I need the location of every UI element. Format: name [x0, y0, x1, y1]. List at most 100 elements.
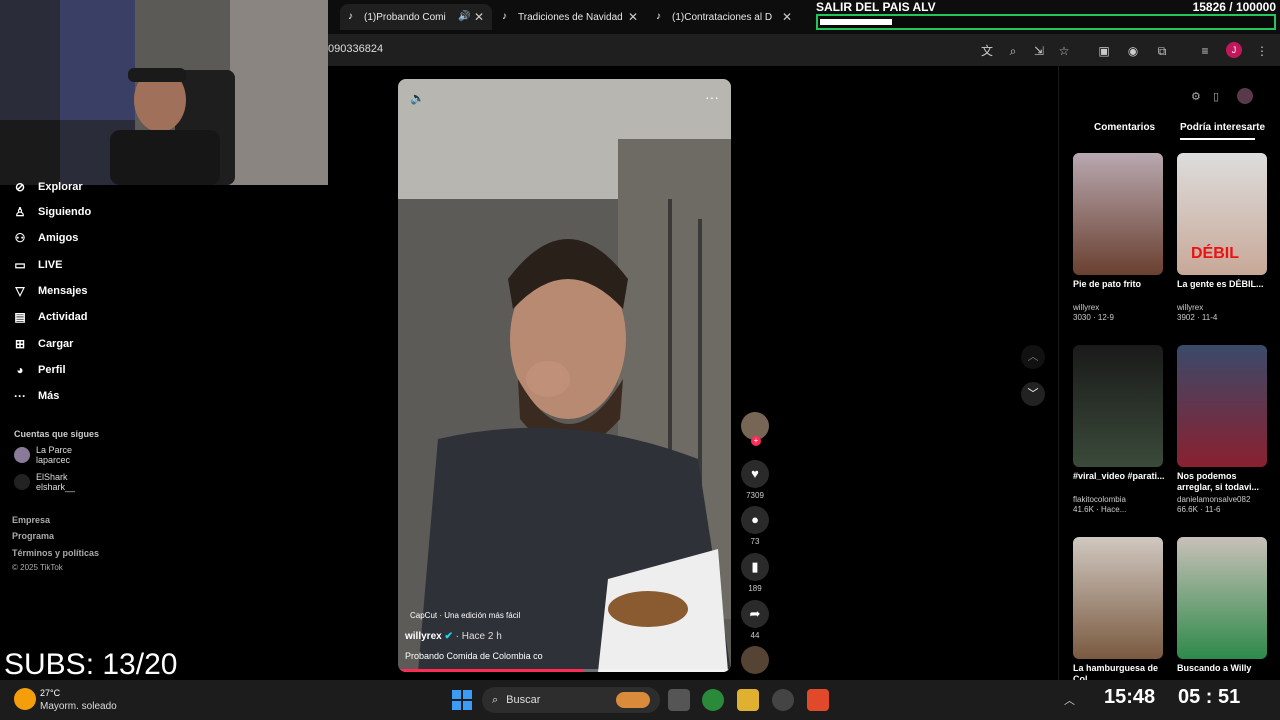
zoom-icon[interactable]: ⌕	[1005, 43, 1021, 59]
upload-icon: ⊞	[14, 337, 26, 351]
tray-chevron-icon[interactable]: ︿	[1064, 692, 1075, 708]
video-author[interactable]: willyrex ✔ · Hace 2 h	[405, 631, 502, 642]
sidebar-item-mensajes[interactable]: ▽ Mensajes	[12, 284, 87, 298]
suggested-video-card[interactable]: Pie de pato frito willyrex 3030 · 12-9	[1073, 153, 1165, 322]
sidebar-item-cargar[interactable]: ⊞ Cargar	[12, 337, 74, 351]
close-tab-icon[interactable]: ✕	[782, 10, 792, 24]
sidebar-item-mas[interactable]: ··· Más	[12, 389, 59, 403]
author-avatar-button[interactable]: +	[741, 412, 769, 446]
footer-link[interactable]: Términos y políticas	[12, 548, 99, 558]
sidebar-item-label: Siguiendo	[38, 206, 92, 218]
sidebar-item-actividad[interactable]: ▤ Actividad	[12, 310, 88, 324]
footer-link[interactable]: Empresa	[12, 515, 50, 525]
menu-icon[interactable]: ⋮	[1254, 43, 1270, 59]
weather-description[interactable]: Mayorm. soleado	[40, 701, 117, 712]
puzzle-icon[interactable]: ⧉	[1154, 43, 1170, 59]
tab-comentarios[interactable]: Comentarios	[1094, 122, 1155, 133]
video-progress-bar[interactable]	[398, 669, 731, 672]
url-text[interactable]: 090336824	[328, 43, 383, 55]
suggested-video-card[interactable]: Buscando a Willy	[1177, 537, 1269, 685]
sidebar-item-explorar[interactable]: ⊘ Explorar	[12, 180, 83, 194]
suggested-video-card[interactable]: La hamburguesa de Col...	[1073, 537, 1165, 685]
more-options-icon[interactable]: ···	[705, 89, 719, 105]
chrome-icon[interactable]	[702, 689, 724, 711]
video-thumbnail[interactable]: DÉBIL	[1177, 153, 1267, 275]
screenshot-icon[interactable]: ▣	[1096, 43, 1112, 59]
video-thumbnail[interactable]	[1073, 345, 1163, 467]
tab-probando[interactable]: ♪ (1)Probando Comi 🔊 ✕	[340, 4, 492, 30]
share-button[interactable]: ➦ 44	[741, 600, 769, 640]
friends-icon: ⚇	[14, 231, 26, 245]
extension-icon[interactable]: ◉	[1125, 43, 1141, 59]
capcut-label[interactable]: CapCut · Una edición más fácil	[410, 611, 520, 620]
bookmark-star-icon[interactable]: ☆	[1056, 43, 1072, 59]
obs-icon[interactable]	[772, 689, 794, 711]
task-view-icon[interactable]	[668, 689, 690, 711]
followed-account[interactable]: ElShark elshark__	[14, 472, 75, 492]
webcam-overlay	[0, 0, 328, 185]
weather-icon[interactable]	[14, 688, 36, 710]
translate-icon[interactable]: 文	[979, 43, 995, 59]
sidebar-item-label: Actividad	[38, 311, 88, 323]
taskbar-search[interactable]: ⌕ Buscar	[482, 687, 660, 713]
thumbnail-caption: DÉBIL	[1191, 245, 1239, 262]
sidebar-item-amigos[interactable]: ⚇ Amigos	[12, 231, 79, 245]
suggested-video-card[interactable]: Nos podemos arreglar, si todavi... danie…	[1177, 345, 1269, 514]
tab-tradiciones[interactable]: ♪ Tradiciones de Navidad ✕	[494, 4, 646, 30]
sidebar-item-label: Explorar	[38, 181, 83, 193]
windows-start-icon[interactable]	[452, 690, 472, 710]
video-thumbnail[interactable]	[1177, 537, 1267, 659]
author-name[interactable]: willyrex	[405, 631, 442, 642]
media-icon[interactable]: ≡	[1197, 43, 1213, 59]
suggested-video-card[interactable]: #viral_video #parati... flakitocolombia …	[1073, 345, 1165, 514]
footer-link[interactable]: Programa	[12, 531, 54, 541]
tiktok-icon: ♪	[502, 11, 507, 22]
taskbar: 27°C Mayorm. soleado ⌕ Buscar ︿ 15:48 05…	[0, 680, 1280, 720]
brave-icon[interactable]	[807, 689, 829, 711]
sidebar-item-perfil[interactable]: ◕ Perfil	[12, 363, 66, 377]
close-tab-icon[interactable]: ✕	[628, 10, 638, 24]
scroll-up-button[interactable]: ︿	[1021, 345, 1045, 369]
install-icon[interactable]: ⇲	[1031, 43, 1047, 59]
subs-overlay: SUBS: 13/20	[4, 648, 178, 681]
tab-contrataciones[interactable]: ♪ (1)Contrataciones al D ✕	[648, 4, 800, 30]
followed-account[interactable]: La Parce laparcec	[14, 445, 72, 465]
card-user[interactable]: willyrex	[1177, 303, 1269, 312]
card-user[interactable]: willyrex	[1073, 303, 1165, 312]
video-thumbnail[interactable]	[1177, 345, 1267, 467]
device-icon[interactable]: ▯	[1213, 90, 1219, 103]
suggested-video-card[interactable]: DÉBIL La gente es DÉBIL... willyrex 3902…	[1177, 153, 1269, 322]
close-tab-icon[interactable]: ✕	[474, 10, 484, 24]
sidebar-item-label: Perfil	[38, 364, 66, 376]
settings-icon[interactable]: ⚙	[1191, 90, 1201, 103]
card-user[interactable]: danielamonsalve082	[1177, 495, 1269, 504]
card-title: Nos podemos arreglar, si todavi...	[1177, 471, 1260, 492]
video-player[interactable]: 🔈 ··· CapCut · Una edición más fácil wil…	[398, 79, 731, 672]
sidebar: ⊘ Explorar ♙ Siguiendo ⚇ Amigos ▭ LIVE ▽…	[0, 180, 145, 680]
sidebar-item-live[interactable]: ▭ LIVE	[12, 258, 62, 272]
save-button[interactable]: ▮ 189	[741, 553, 769, 593]
goal-title: SALIR DEL PAIS ALV	[816, 0, 936, 14]
like-button[interactable]: ♥ 7309	[741, 460, 769, 500]
save-count: 189	[748, 584, 762, 593]
volume-icon[interactable]: 🔈	[410, 91, 425, 105]
video-thumbnail[interactable]	[1073, 153, 1163, 275]
speaker-icon[interactable]: 🔊	[458, 11, 470, 23]
tab-podria-interesarte[interactable]: Podría interesarte	[1180, 122, 1265, 133]
weather-temperature[interactable]: 27°C	[40, 688, 60, 698]
share-icon: ➦	[741, 600, 769, 628]
video-thumbnail[interactable]	[1073, 537, 1163, 659]
file-explorer-icon[interactable]	[737, 689, 759, 711]
card-title: La gente es DÉBIL...	[1177, 279, 1264, 289]
comment-button[interactable]: ● 73	[741, 506, 769, 546]
tab-title: (1)Probando Comi	[364, 11, 446, 23]
scroll-down-button[interactable]: ﹀	[1021, 382, 1045, 406]
goal-overlay: SALIR DEL PAIS ALV 15826 / 100000	[816, 0, 1280, 30]
music-disc-button[interactable]	[741, 646, 769, 674]
profile-avatar[interactable]: J	[1226, 42, 1242, 58]
avatar[interactable]	[1237, 88, 1253, 104]
sidebar-item-siguiendo[interactable]: ♙ Siguiendo	[12, 205, 92, 219]
card-user[interactable]: flakitocolombia	[1073, 495, 1165, 504]
tab-title: Tradiciones de Navidad	[518, 11, 622, 23]
follow-plus-icon[interactable]: +	[751, 436, 761, 446]
